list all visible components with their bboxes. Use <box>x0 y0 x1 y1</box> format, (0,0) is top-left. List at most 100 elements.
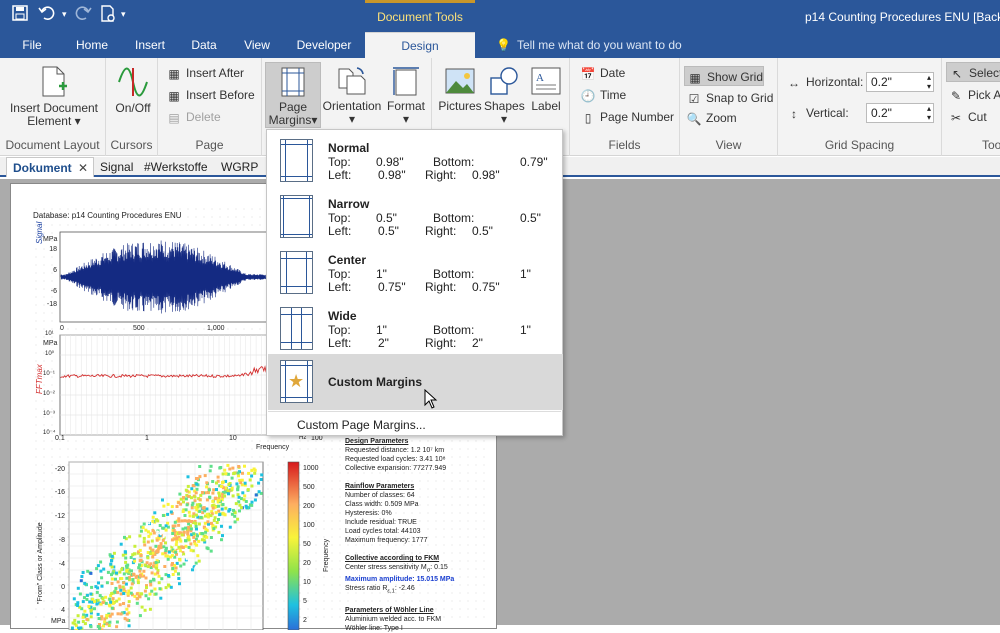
tab-file[interactable]: File <box>10 32 54 58</box>
custom-margins-label: Custom Margins <box>328 375 423 389</box>
fft-tick: 10⁻¹ <box>43 371 55 377</box>
margin-option-normal[interactable]: Normal Top: 0.98" Bottom: 0.79" Left: 0.98" Rig… <box>268 133 563 189</box>
close-icon[interactable]: ✕ <box>78 158 88 178</box>
page-margins-button[interactable]: Page Margins▾ <box>265 62 321 128</box>
top-value: 1" <box>376 323 387 337</box>
tab-wgrp[interactable]: WGRP <box>215 157 264 177</box>
left-value: 0.5" <box>378 224 399 238</box>
orientation-label: Orientation <box>322 99 382 113</box>
group-label-view: View <box>715 138 742 152</box>
star-icon: ★ <box>288 371 305 391</box>
spin-icon[interactable]: ▴ ▾ <box>927 104 931 122</box>
left-value: 2" <box>378 336 389 350</box>
rainflow-line: Number of classes: 64 <box>345 492 415 499</box>
left-label: Left: <box>328 280 352 294</box>
zoom-label: Zoom <box>706 111 737 125</box>
qat-customize-icon[interactable]: ▾ <box>121 9 126 20</box>
spin-icon[interactable]: ▴ ▾ <box>927 73 931 91</box>
show-grid-button[interactable]: ▦ Show Grid <box>684 66 764 86</box>
m-tick: 4 <box>61 607 65 614</box>
page-number-icon: ▯ <box>584 110 592 125</box>
m-tick: -16 <box>54 489 65 496</box>
margin-option-center[interactable]: Center Top: 1" Bottom: 1" Left: 0.75" Right: 0.7… <box>268 245 563 301</box>
left-label: Left: <box>328 224 352 238</box>
page-number-button[interactable]: ▯ Page Number <box>580 107 674 127</box>
design-line: Collective expansion: 77277.949 <box>345 465 447 472</box>
insert-document-icon <box>42 66 67 97</box>
horizontal-spacing-label: ↔ Horizontal: <box>786 72 863 92</box>
save-icon[interactable] <box>12 5 28 25</box>
colorbar <box>287 461 300 630</box>
tab-werkstoffe[interactable]: #Werkstoffe <box>138 157 214 177</box>
colorbar-tick: 50 <box>303 541 311 548</box>
fft-tick: 10⁻² <box>43 391 55 397</box>
tab-developer[interactable]: Developer <box>290 32 358 58</box>
group-label-cursors: Cursors <box>110 138 153 152</box>
insert-document-element-button[interactable]: Insert Document Element ▾ <box>8 66 100 128</box>
grid-icon: ▦ <box>689 70 701 85</box>
shapes-label: Shapes <box>484 99 525 113</box>
group-label-page: Page <box>195 138 224 152</box>
element-label: Element <box>27 114 72 128</box>
pictures-button[interactable]: Pictures <box>438 66 482 113</box>
cursors-onoff-button[interactable]: On/Off <box>110 66 156 115</box>
tab-data[interactable]: Data <box>182 32 226 58</box>
undo-dropdown-icon[interactable]: ▾ <box>62 9 67 20</box>
f-tick: 10 <box>229 435 237 442</box>
margin-option-wide[interactable]: Wide Top: 1" Bottom: 1" Left: 2" Right: 2" <box>268 301 563 357</box>
snap-to-grid-checkbox[interactable]: ☑ Snap to Grid <box>686 88 774 108</box>
vertical-value: 0.2" <box>871 106 892 120</box>
delete-page-button[interactable]: ▤ Delete <box>166 107 220 127</box>
m-tick: -12 <box>54 513 65 520</box>
mouse-cursor-icon <box>424 389 438 409</box>
pointer-icon: ↖ <box>951 66 963 81</box>
bottom-value: 1" <box>520 267 531 281</box>
pick-tool-button[interactable]: ✎ Pick A <box>948 85 1000 105</box>
fkm-line: Center stress sensitivity Mσ: 0.15 <box>345 564 448 574</box>
colorbar-tick: 2 <box>303 617 307 624</box>
tab-signal[interactable]: Signal <box>94 157 139 177</box>
margin-option-name: Wide <box>328 309 357 323</box>
insert-after-button[interactable]: ▦ Insert After <box>166 63 244 83</box>
window-title: p14 Counting Procedures ENU [Backu <box>805 10 1000 24</box>
format-button[interactable]: Format ▾ <box>384 66 428 126</box>
custom-page-margins-link[interactable]: Custom Page Margins... <box>297 418 426 432</box>
y-tick: -6 <box>50 288 57 295</box>
insert-after-label: Insert After <box>186 66 245 80</box>
label-button[interactable]: A Label <box>526 66 566 113</box>
tab-view[interactable]: View <box>236 32 278 58</box>
margin-option-custom[interactable]: ★ Custom Margins <box>268 354 563 410</box>
top-label: Top: <box>328 267 351 281</box>
tell-me-search[interactable]: 💡 Tell me what do you want to do <box>496 38 682 52</box>
orientation-button[interactable]: Orientation ▾ <box>322 66 382 126</box>
tab-dokument[interactable]: Dokument ✕ <box>6 157 94 177</box>
insert-before-button[interactable]: ▦ Insert Before <box>166 85 254 105</box>
horizontal-spacing-input[interactable]: 0.2" ▴ ▾ <box>866 72 934 92</box>
tab-insert[interactable]: Insert <box>126 32 174 58</box>
document-settings-icon[interactable] <box>99 5 117 27</box>
right-label: Right: <box>425 336 457 350</box>
bottom-label: Bottom: <box>433 211 475 225</box>
tell-me-text: Tell me what do you want to do <box>516 38 682 52</box>
tab-home[interactable]: Home <box>68 32 116 58</box>
vertical-spacing-input[interactable]: 0.2" ▴ ▾ <box>866 103 934 123</box>
margin-option-name: Normal <box>328 141 370 155</box>
rainflow-line: Hysteresis: 0% <box>345 510 392 517</box>
margin-option-narrow[interactable]: Narrow Top: 0.5" Bottom: 0.5" Left: 0.5" Right:… <box>268 189 563 245</box>
cut-button[interactable]: ✂ Cut <box>948 107 987 127</box>
right-label: Right: <box>425 280 457 294</box>
magnifier-icon: 🔍 <box>686 111 702 126</box>
show-grid-label: Show Grid <box>707 70 764 84</box>
zoom-button[interactable]: 🔍 Zoom <box>686 108 737 128</box>
tab-design[interactable]: Design <box>365 32 475 58</box>
label-label: Label <box>531 99 561 113</box>
undo-icon[interactable] <box>38 5 58 25</box>
right-value: 0.98" <box>472 168 500 182</box>
m-tick: 0 <box>61 584 65 591</box>
date-button[interactable]: 📅 Date <box>580 63 626 83</box>
time-button[interactable]: 🕘 Time <box>580 85 627 105</box>
design-line: Requested distance: 1.2 10⁷ km <box>345 447 445 454</box>
select-tool-button[interactable]: ↖ Select <box>946 62 1000 82</box>
shapes-button[interactable]: Shapes ▾ <box>484 66 525 126</box>
redo-icon[interactable] <box>74 5 92 25</box>
